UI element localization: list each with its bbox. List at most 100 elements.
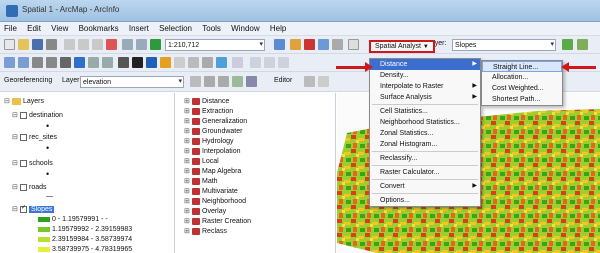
- histogram-icon[interactable]: [562, 39, 573, 50]
- save-icon[interactable]: [32, 39, 43, 50]
- find-icon[interactable]: [160, 57, 171, 68]
- menu-item-density[interactable]: Density...: [370, 70, 480, 81]
- toc-root-layers[interactable]: ⊟ Layers: [4, 97, 44, 107]
- copy-icon[interactable]: [78, 39, 89, 50]
- submenu-item-cost-weighted[interactable]: Cost Weighted...: [482, 83, 562, 94]
- toc-layer-slopes[interactable]: ⊟ Slopes: [12, 205, 55, 215]
- new-document-icon[interactable]: [4, 39, 15, 50]
- editor-menu-button[interactable]: Editor: [274, 77, 292, 84]
- fixed-zoom-in-icon[interactable]: [32, 57, 43, 68]
- toolset-groundwater[interactable]: ⊞ Groundwater: [184, 127, 242, 137]
- layer-visibility-checkbox[interactable]: [20, 111, 27, 119]
- undo-icon[interactable]: [122, 39, 133, 50]
- menu-item-label: Raster Calculator...: [380, 169, 440, 176]
- zoom-in-icon[interactable]: [4, 57, 15, 68]
- zoom-out-icon[interactable]: [18, 57, 29, 68]
- toc-layer-destination[interactable]: ⊟ destination: [12, 111, 63, 121]
- html-popup-icon[interactable]: [202, 57, 213, 68]
- select-elements-icon[interactable]: [132, 57, 143, 68]
- print-icon[interactable]: [46, 39, 57, 50]
- menu-bookmarks[interactable]: Bookmarks: [75, 22, 123, 35]
- redo-icon[interactable]: [136, 39, 147, 50]
- layer-visibility-checkbox[interactable]: [20, 205, 27, 213]
- create-viewer-icon[interactable]: [232, 57, 243, 68]
- menu-item-surface-analysis[interactable]: Surface Analysis ▶: [370, 92, 480, 103]
- back-extent-icon[interactable]: [88, 57, 99, 68]
- toolset-hydrology[interactable]: ⊞ Hydrology: [184, 137, 234, 147]
- menu-window[interactable]: Window: [227, 22, 263, 35]
- table-of-contents-icon[interactable]: [290, 39, 301, 50]
- layer-visibility-checkbox[interactable]: [20, 133, 27, 141]
- layer-properties-icon[interactable]: [577, 39, 588, 50]
- menu-item-reclassify[interactable]: Reclassify...: [370, 153, 480, 164]
- editor-toolbar-icon[interactable]: [274, 39, 285, 50]
- toolset-generalization[interactable]: ⊞ Generalization: [184, 117, 247, 127]
- layer-visibility-checkbox[interactable]: [20, 159, 27, 167]
- menu-item-neighborhood-statistics[interactable]: Neighborhood Statistics...: [370, 117, 480, 128]
- toolset-distance[interactable]: ⊞ Distance: [184, 97, 229, 107]
- edit-tool-icon[interactable]: [304, 76, 315, 87]
- pan-icon[interactable]: [60, 57, 71, 68]
- paste-icon[interactable]: [92, 39, 103, 50]
- menu-item-options[interactable]: Options...: [370, 195, 480, 206]
- menu-insert[interactable]: Insert: [125, 22, 153, 35]
- spatial-analyst-layer-combo[interactable]: Slopes ▾: [452, 39, 556, 51]
- toolset-overlay[interactable]: ⊞ Overlay: [184, 207, 226, 217]
- identify-icon[interactable]: [146, 57, 157, 68]
- toolset-raster-creation[interactable]: ⊞ Raster Creation: [184, 217, 251, 227]
- menu-file[interactable]: File: [0, 22, 21, 35]
- view-link-table-icon[interactable]: [246, 76, 257, 87]
- map-scale-combo[interactable]: 1:210,712 ▾: [165, 39, 265, 51]
- menu-selection[interactable]: Selection: [155, 22, 196, 35]
- catalog-icon[interactable]: [318, 39, 329, 50]
- toc-layer-schools[interactable]: ⊟ schools: [12, 159, 53, 169]
- toolset-local[interactable]: ⊞ Local: [184, 157, 219, 167]
- toolset-reclass[interactable]: ⊞ Reclass: [184, 227, 227, 237]
- menu-item-interpolate-to-raster[interactable]: Interpolate to Raster ▶: [370, 81, 480, 92]
- help-icon[interactable]: [348, 39, 359, 50]
- delete-icon[interactable]: [106, 39, 117, 50]
- georef-layer-combo[interactable]: elevation ▾: [80, 76, 184, 88]
- forward-extent-icon[interactable]: [102, 57, 113, 68]
- submenu-item-allocation[interactable]: Allocation...: [482, 72, 562, 83]
- menu-tools[interactable]: Tools: [198, 22, 225, 35]
- menu-help[interactable]: Help: [266, 22, 290, 35]
- menu-item-distance[interactable]: Distance ▶: [370, 59, 480, 70]
- full-extent-icon[interactable]: [74, 57, 85, 68]
- menu-item-zonal-statistics[interactable]: Zonal Statistics...: [370, 128, 480, 139]
- georeferencing-menu-button[interactable]: Georeferencing: [4, 77, 52, 84]
- toc-layer-roads[interactable]: ⊟ roads: [12, 183, 47, 193]
- menu-view[interactable]: View: [47, 22, 72, 35]
- submenu-item-straight-line[interactable]: Straight Line...: [482, 61, 562, 72]
- sketch-tool-icon[interactable]: [318, 76, 329, 87]
- open-folder-icon[interactable]: [18, 39, 29, 50]
- python-icon[interactable]: [332, 39, 343, 50]
- time-slider-icon[interactable]: [216, 57, 227, 68]
- layer-visibility-checkbox[interactable]: [20, 183, 27, 191]
- cut-icon[interactable]: [64, 39, 75, 50]
- add-control-points-icon[interactable]: [232, 76, 243, 87]
- spatial-analyst-menu-button[interactable]: Spatial Analyst ▼: [369, 40, 435, 53]
- menu-item-zonal-histogram[interactable]: Zonal Histogram...: [370, 139, 480, 150]
- menu-item-cell-statistics[interactable]: Cell Statistics...: [370, 106, 480, 117]
- add-data-icon[interactable]: [150, 39, 161, 50]
- toc-layer-rec-sites[interactable]: ⊟ rec_sites: [12, 133, 57, 143]
- menu-item-convert[interactable]: Convert ▶: [370, 181, 480, 192]
- menu-item-raster-calculator[interactable]: Raster Calculator...: [370, 167, 480, 178]
- menu-edit[interactable]: Edit: [23, 22, 45, 35]
- toolset-extraction[interactable]: ⊞ Extraction: [184, 107, 233, 117]
- toolset-multivariate[interactable]: ⊞ Multivariate: [184, 187, 238, 197]
- rotate-icon[interactable]: [204, 76, 215, 87]
- toolset-neighborhood[interactable]: ⊞ Neighborhood: [184, 197, 246, 207]
- select-features-icon[interactable]: [118, 57, 129, 68]
- toolset-math[interactable]: ⊞ Math: [184, 177, 218, 187]
- arctoolbox-icon[interactable]: [304, 39, 315, 50]
- toolset-interpolation[interactable]: ⊞ Interpolation: [184, 147, 241, 157]
- hyperlink-icon[interactable]: [188, 57, 199, 68]
- fixed-zoom-out-icon[interactable]: [46, 57, 57, 68]
- georeference-options-icon[interactable]: [190, 76, 201, 87]
- shift-icon[interactable]: [218, 76, 229, 87]
- measure-icon[interactable]: [174, 57, 185, 68]
- toolset-map-algebra[interactable]: ⊞ Map Algebra: [184, 167, 241, 177]
- submenu-item-shortest-path[interactable]: Shortest Path...: [482, 94, 562, 105]
